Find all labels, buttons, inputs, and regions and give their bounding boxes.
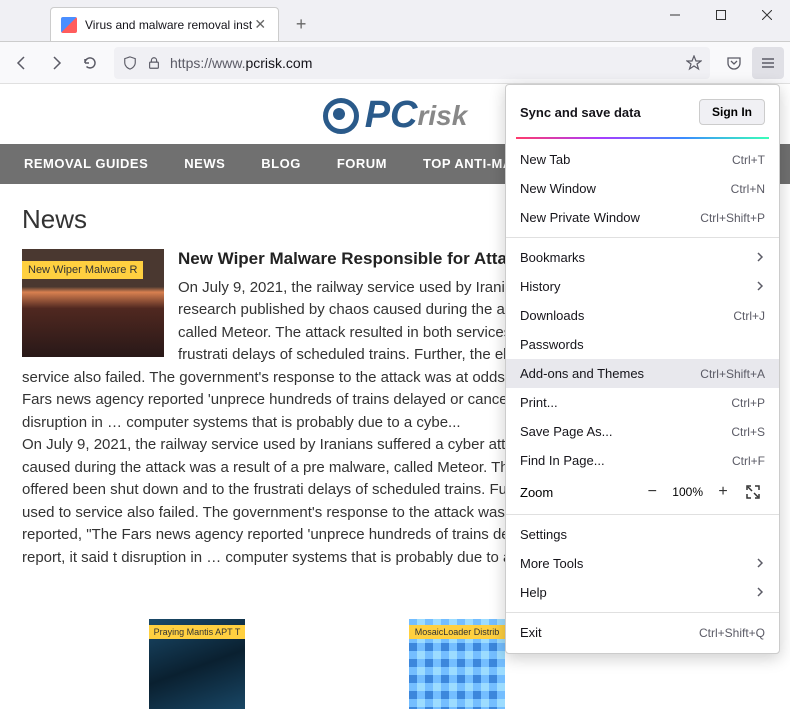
menu-item-settings[interactable]: Settings xyxy=(506,520,779,549)
menu-item-label: New Private Window xyxy=(520,210,640,225)
menu-separator xyxy=(506,514,779,515)
zoom-value: 100% xyxy=(664,485,711,499)
shield-icon[interactable] xyxy=(122,55,138,71)
menu-item-label: Exit xyxy=(520,625,542,640)
nav-removal-guides[interactable]: REMOVAL GUIDES xyxy=(24,156,148,171)
url-bar[interactable]: https://www.pcrisk.com xyxy=(114,47,710,79)
menu-item-downloads[interactable]: Downloads Ctrl+J xyxy=(506,301,779,330)
menu-shortcut: Ctrl+Shift+Q xyxy=(699,626,765,640)
back-button[interactable] xyxy=(6,47,38,79)
menu-item-new-window[interactable]: New Window Ctrl+N xyxy=(506,174,779,203)
tab-title: Virus and malware removal inst xyxy=(85,18,252,32)
menu-item-label: Print... xyxy=(520,395,558,410)
menu-item-passwords[interactable]: Passwords xyxy=(506,330,779,359)
article-banner: New Wiper Malware R xyxy=(22,261,143,279)
logo-icon xyxy=(323,98,359,134)
rainbow-divider xyxy=(516,137,769,139)
close-window-button[interactable] xyxy=(744,0,790,30)
menu-item-label: Passwords xyxy=(520,337,584,352)
menu-item-help[interactable]: Help xyxy=(506,578,779,607)
menu-shortcut: Ctrl+S xyxy=(731,425,765,439)
card-thumbnail: MosaicLoader Distrib xyxy=(409,619,505,709)
chevron-right-icon xyxy=(755,250,765,265)
forward-button[interactable] xyxy=(40,47,72,79)
menu-shortcut: Ctrl+Shift+A xyxy=(700,367,765,381)
menu-separator xyxy=(506,237,779,238)
maximize-button[interactable] xyxy=(698,0,744,30)
menu-item-exit[interactable]: Exit Ctrl+Shift+Q xyxy=(506,618,779,647)
menu-item-label: Settings xyxy=(520,527,567,542)
menu-item-label: Add-ons and Themes xyxy=(520,366,644,381)
menu-shortcut: Ctrl+N xyxy=(731,182,765,196)
menu-separator xyxy=(506,612,779,613)
menu-zoom-row: Zoom − 100% + xyxy=(506,475,779,509)
menu-item-new-private-window[interactable]: New Private Window Ctrl+Shift+P xyxy=(506,203,779,232)
menu-item-label: Bookmarks xyxy=(520,250,585,265)
menu-item-label: New Window xyxy=(520,181,596,196)
nav-news[interactable]: NEWS xyxy=(184,156,225,171)
menu-item-label: More Tools xyxy=(520,556,583,571)
menu-item-save-page-as[interactable]: Save Page As... Ctrl+S xyxy=(506,417,779,446)
favicon xyxy=(61,17,77,33)
pocket-button[interactable] xyxy=(718,47,750,79)
titlebar: Virus and malware removal inst ✕ + xyxy=(0,0,790,42)
sign-in-button[interactable]: Sign In xyxy=(699,99,765,125)
menu-item-label: Help xyxy=(520,585,547,600)
app-menu: Sync and save data Sign In New Tab Ctrl+T… xyxy=(505,84,780,654)
menu-item-label: New Tab xyxy=(520,152,570,167)
menu-item-more-tools[interactable]: More Tools xyxy=(506,549,779,578)
article-thumbnail[interactable]: New Wiper Malware R xyxy=(22,249,164,357)
chevron-right-icon xyxy=(755,279,765,294)
menu-item-print[interactable]: Print... Ctrl+P xyxy=(506,388,779,417)
menu-item-label: Save Page As... xyxy=(520,424,613,439)
menu-item-find-in-page[interactable]: Find In Page... Ctrl+F xyxy=(506,446,779,475)
app-menu-button[interactable] xyxy=(752,47,784,79)
fullscreen-button[interactable] xyxy=(741,480,765,504)
menu-shortcut: Ctrl+T xyxy=(732,153,765,167)
nav-blog[interactable]: BLOG xyxy=(261,156,301,171)
menu-item-new-tab[interactable]: New Tab Ctrl+T xyxy=(506,145,779,174)
browser-tab[interactable]: Virus and malware removal inst ✕ xyxy=(50,7,279,41)
nav-forum[interactable]: FORUM xyxy=(337,156,387,171)
menu-sync-header: Sync and save data Sign In xyxy=(506,91,779,133)
menu-item-label: Find In Page... xyxy=(520,453,605,468)
lock-icon[interactable] xyxy=(146,55,162,71)
menu-shortcut: Ctrl+J xyxy=(733,309,765,323)
chevron-right-icon xyxy=(755,556,765,571)
zoom-out-button[interactable]: − xyxy=(640,480,664,504)
menu-shortcut: Ctrl+F xyxy=(732,454,765,468)
zoom-label: Zoom xyxy=(520,485,640,500)
nav-toolbar: https://www.pcrisk.com xyxy=(0,42,790,84)
menu-shortcut: Ctrl+Shift+P xyxy=(700,211,765,225)
bookmark-star-icon[interactable] xyxy=(686,55,702,71)
close-tab-icon[interactable]: ✕ xyxy=(252,17,268,33)
zoom-in-button[interactable]: + xyxy=(711,480,735,504)
url-text: https://www.pcrisk.com xyxy=(170,55,678,71)
reload-button[interactable] xyxy=(74,47,106,79)
menu-item-label: History xyxy=(520,279,560,294)
new-tab-button[interactable]: + xyxy=(287,10,315,38)
menu-shortcut: Ctrl+P xyxy=(731,396,765,410)
menu-item-bookmarks[interactable]: Bookmarks xyxy=(506,243,779,272)
menu-item-history[interactable]: History xyxy=(506,272,779,301)
minimize-button[interactable] xyxy=(652,0,698,30)
menu-item-label: Downloads xyxy=(520,308,584,323)
card-thumbnail: Praying Mantis APT T xyxy=(149,619,245,709)
chevron-right-icon xyxy=(755,585,765,600)
card-item[interactable]: Praying Mantis APT T Praying Mantis APT … xyxy=(82,619,312,709)
window-controls xyxy=(652,0,790,30)
menu-item-add-ons-and-themes[interactable]: Add-ons and Themes Ctrl+Shift+A xyxy=(506,359,779,388)
